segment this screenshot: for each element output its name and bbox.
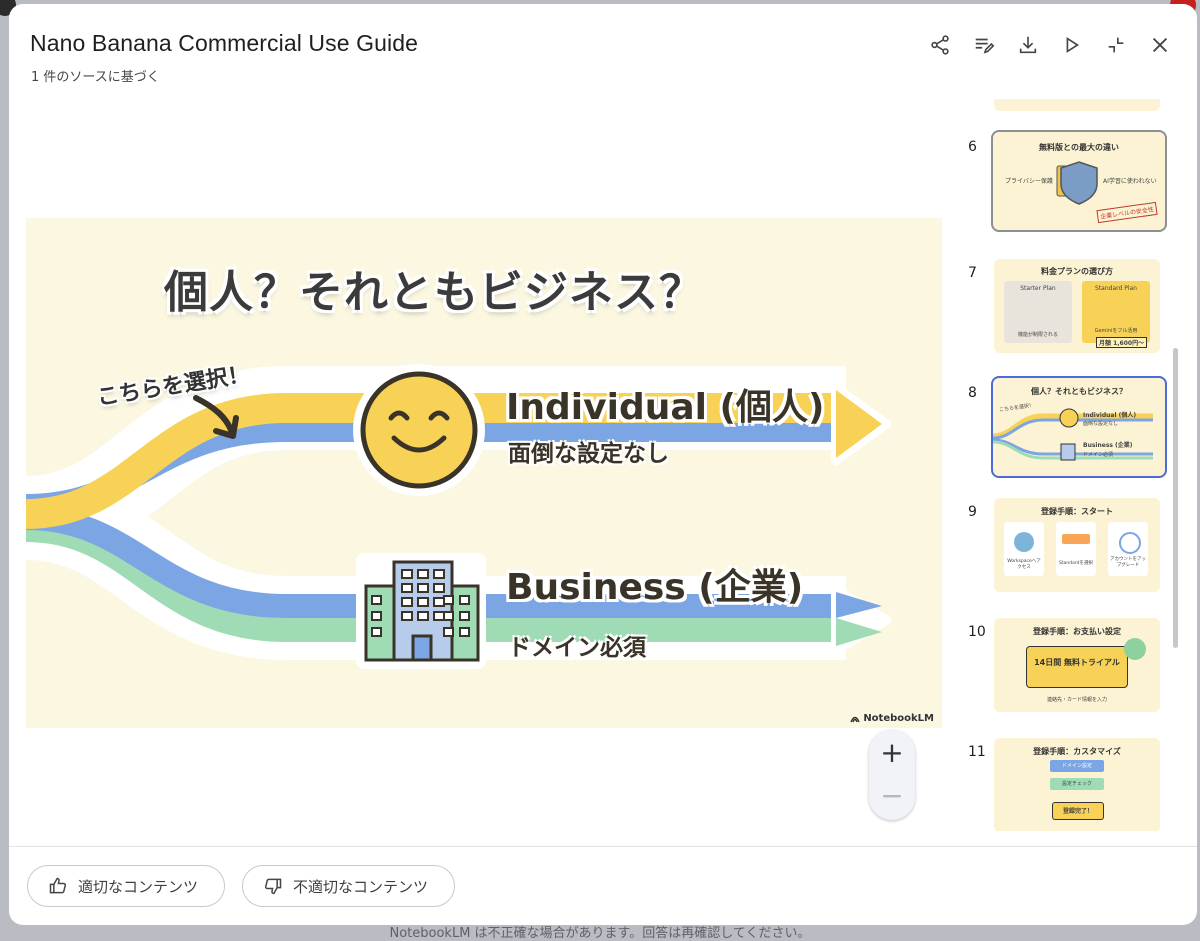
thumbnail-title: 登録手順：カスタマイズ — [1033, 747, 1121, 756]
edit-notes-button[interactable] — [965, 30, 1003, 60]
trial-badge-icon — [1124, 638, 1146, 660]
thumbnail-card[interactable]: 登録手順：カスタマイズ ドメイン設定 設定チェック 登録完了！ — [994, 738, 1160, 831]
business-subtitle: ドメイン必須 — [508, 635, 646, 661]
good-content-label: 適切なコンテンツ — [78, 877, 199, 896]
bad-content-label: 不適切なコンテンツ — [293, 877, 429, 896]
thumbnail-title: 料金プランの選び方 — [1041, 267, 1113, 276]
standard-button-icon — [1062, 534, 1090, 544]
step-card-3: アカウントをアップグレード — [1108, 522, 1148, 576]
thumbnail-text: 連絡先・カード情報を入力 — [1046, 697, 1107, 703]
dialog-title: Nano Banana Commercial Use Guide — [30, 30, 419, 56]
thumbnail-text: ドメイン設定 — [1061, 763, 1092, 769]
standard-plan-box: Standard Plan Geminiをフル活用 — [1082, 281, 1150, 343]
domain-step-box: ドメイン設定 — [1050, 760, 1104, 772]
play-icon — [1066, 37, 1080, 53]
step-card-1: Workspaceへアクセス — [1004, 522, 1044, 576]
thumbnail-text: アカウントをアップグレード — [1110, 557, 1146, 568]
thumbnail-text: 14日間 無料トライアル — [1034, 658, 1120, 667]
notebooklm-logo-icon — [850, 716, 860, 722]
present-button[interactable] — [1053, 30, 1091, 60]
thumbnail-text: 登録完了！ — [1062, 808, 1093, 815]
thumbnail-text: Individual (個人) — [1083, 412, 1137, 419]
thumbnail-number: 6 — [968, 139, 977, 155]
thumbnail-stamp: 企業レベルの安全性 — [1096, 201, 1158, 224]
thumbnail-price: 月額 1,600円〜 — [1096, 337, 1148, 348]
zoom-in-button[interactable]: + — [869, 732, 915, 774]
individual-title: Individual (個人) — [506, 387, 825, 428]
thumbnail-number: 9 — [968, 504, 977, 520]
thumbnail-text: Starter Plan — [1020, 285, 1056, 292]
thumbnail-number: 11 — [968, 744, 986, 760]
thumbnail-text: Standard Plan — [1095, 285, 1137, 292]
business-title: Business (企業) — [506, 567, 804, 608]
thumbnail-text: Geminiをフル活用 — [1094, 328, 1138, 334]
share-icon — [931, 35, 949, 55]
thumbnail-text: Workspaceへアクセス — [1007, 559, 1041, 570]
zoom-out-button[interactable]: − — [869, 775, 915, 817]
check-step-box: 設定チェック — [1050, 778, 1104, 790]
thumbs-down-icon — [264, 878, 282, 895]
thumbnail-text: Standardを選択 — [1059, 561, 1093, 566]
thumbnail-number: 7 — [968, 265, 977, 281]
close-icon — [1152, 37, 1168, 53]
dialog-toolbar — [921, 30, 1179, 60]
brand-label: NotebookLM — [863, 713, 934, 724]
thumbnail-text: Business (企業) — [1083, 442, 1133, 449]
dialog-subtitle: 1 件のソースに基づく — [31, 70, 160, 85]
done-box: 登録完了！ — [1052, 802, 1104, 820]
share-button[interactable] — [921, 30, 959, 60]
thumbnail-number: 8 — [968, 385, 977, 401]
thumbnail-text: 機能が制限される — [1017, 332, 1058, 338]
thumbnail-scrollbar[interactable] — [1173, 348, 1178, 648]
zoom-controls: + − — [869, 730, 915, 820]
thumbnail-text: 設定チェック — [1061, 781, 1092, 787]
thumbnail-card[interactable]: 料金プランの選び方 Starter Plan 機能が制限される Standard… — [994, 259, 1160, 353]
globe-icon — [1014, 532, 1034, 552]
upgrade-icon — [1119, 532, 1141, 554]
thumbnail-card-5[interactable] — [994, 99, 1160, 111]
slide-heading: 個人？それともビジネス？ — [164, 267, 704, 318]
slide-thumbnail-list[interactable]: 6 無料版との最大の違い プライバシー保護 AI学習に使われない 企業レベルの安… — [954, 99, 1174, 831]
thumbnail-text: 面倒な設定なし — [1083, 421, 1119, 427]
footer-divider — [9, 846, 1197, 847]
thumbnail-card[interactable]: 登録手順：お支払い設定 14日間 無料トライアル 連絡先・カード情報を入力 — [994, 618, 1160, 712]
download-icon — [1019, 36, 1037, 54]
thumbnail-number: 10 — [968, 624, 986, 640]
thumbnail-title: 登録手順：お支払い設定 — [1033, 627, 1121, 636]
notebooklm-brand: NotebookLM — [850, 713, 934, 724]
thumbnail-title: 登録手順：スタート — [1041, 507, 1113, 516]
thumbnail-card[interactable]: 登録手順：スタート Workspaceへアクセス Standardを選択 アカウ… — [994, 498, 1160, 592]
close-button[interactable] — [1141, 30, 1179, 60]
edit-notes-icon — [975, 38, 995, 54]
step-card-2: Standardを選択 — [1056, 522, 1096, 576]
download-button[interactable] — [1009, 30, 1047, 60]
individual-subtitle: 面倒な設定なし — [508, 441, 669, 467]
thumbnail-title: 無料版との最大の違い — [1039, 143, 1119, 152]
shield-icon — [1056, 161, 1098, 205]
thumbs-up-icon — [49, 877, 67, 894]
thumbnail-card[interactable]: 無料版との最大の違い プライバシー保護 AI学習に使われない 企業レベルの安全性 — [991, 130, 1167, 232]
slide-viewer-dialog: Nano Banana Commercial Use Guide 1 件のソース… — [9, 4, 1197, 925]
current-slide: 個人？それともビジネス？ こちらを選択！ Individual (個人) 面倒な… — [26, 218, 942, 728]
thumbnail-text: AI学習に使われない — [1103, 178, 1157, 185]
thumbnail-text: プライバシー保護 — [1005, 178, 1053, 185]
bad-content-button[interactable]: 不適切なコンテンツ — [242, 865, 455, 907]
thumbnail-flow-graphic — [993, 408, 1153, 461]
thumbnail-text: ドメイン必須 — [1083, 452, 1114, 458]
good-content-button[interactable]: 適切なコンテンツ — [27, 865, 225, 907]
collapse-icon — [1108, 37, 1124, 53]
thumbnail-card-selected[interactable]: 個人？それともビジネス？ こちらを選択！ Individual (個人) 面倒な… — [991, 376, 1167, 478]
collapse-button[interactable] — [1097, 30, 1135, 60]
trial-ticket: 14日間 無料トライアル — [1026, 646, 1128, 688]
starter-plan-box: Starter Plan 機能が制限される — [1004, 281, 1072, 343]
